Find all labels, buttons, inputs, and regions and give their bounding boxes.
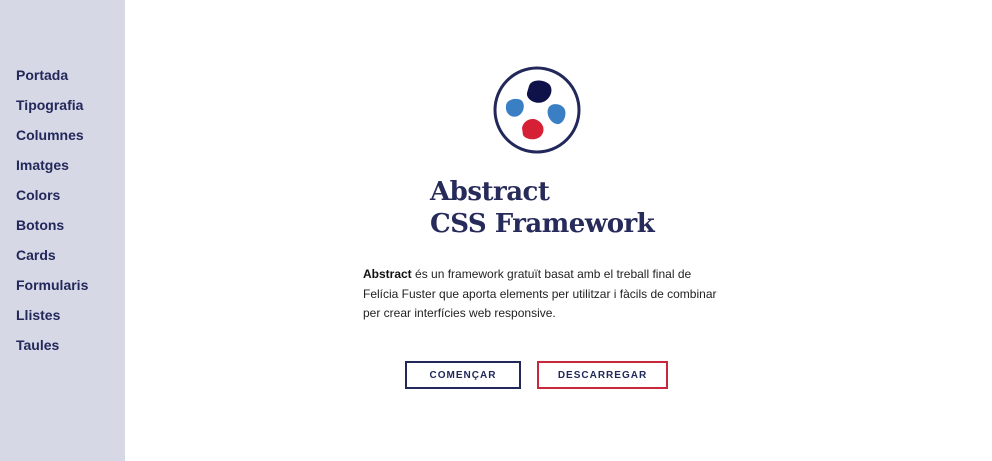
sidebar-link-cards[interactable]: Cards	[16, 247, 56, 263]
title-line-1: Abstract	[430, 177, 550, 207]
sidebar-item-columnes: Columnes	[16, 124, 88, 154]
title-line-2: CSS Framework	[430, 209, 655, 239]
intro-description: Abstract és un framework gratuït basat a…	[363, 265, 723, 324]
sidebar-item-colors: Colors	[16, 184, 88, 214]
sidebar-link-columnes[interactable]: Columnes	[16, 127, 84, 143]
download-button[interactable]: DESCARREGAR	[537, 361, 668, 389]
description-text: és un framework gratuït basat amb el tre…	[363, 267, 717, 320]
sidebar-link-imatges[interactable]: Imatges	[16, 157, 69, 173]
abstract-logo-icon	[493, 66, 581, 154]
sidebar-link-llistes[interactable]: Llistes	[16, 307, 60, 323]
main-content: Abstract CSS Framework Abstract és un fr…	[125, 0, 992, 461]
app-layout: Portada Tipografia Columnes Imatges Colo…	[0, 0, 992, 461]
start-button[interactable]: COMENÇAR	[405, 361, 521, 389]
sidebar-link-botons[interactable]: Botons	[16, 217, 64, 233]
page-title: Abstract CSS Framework	[430, 176, 655, 240]
sidebar-link-taules[interactable]: Taules	[16, 337, 59, 353]
sidebar-item-cards: Cards	[16, 244, 88, 274]
sidebar-link-portada[interactable]: Portada	[16, 67, 68, 83]
sidebar-item-taules: Taules	[16, 334, 88, 364]
sidebar-nav: Portada Tipografia Columnes Imatges Colo…	[16, 64, 88, 364]
sidebar-item-formularis: Formularis	[16, 274, 88, 304]
sidebar-item-tipografia: Tipografia	[16, 94, 88, 124]
sidebar-item-imatges: Imatges	[16, 154, 88, 184]
description-brand: Abstract	[363, 267, 412, 281]
sidebar-link-tipografia[interactable]: Tipografia	[16, 97, 83, 113]
sidebar: Portada Tipografia Columnes Imatges Colo…	[0, 0, 125, 461]
sidebar-link-formularis[interactable]: Formularis	[16, 277, 88, 293]
sidebar-item-botons: Botons	[16, 214, 88, 244]
sidebar-item-llistes: Llistes	[16, 304, 88, 334]
sidebar-item-portada: Portada	[16, 64, 88, 94]
sidebar-link-colors[interactable]: Colors	[16, 187, 60, 203]
